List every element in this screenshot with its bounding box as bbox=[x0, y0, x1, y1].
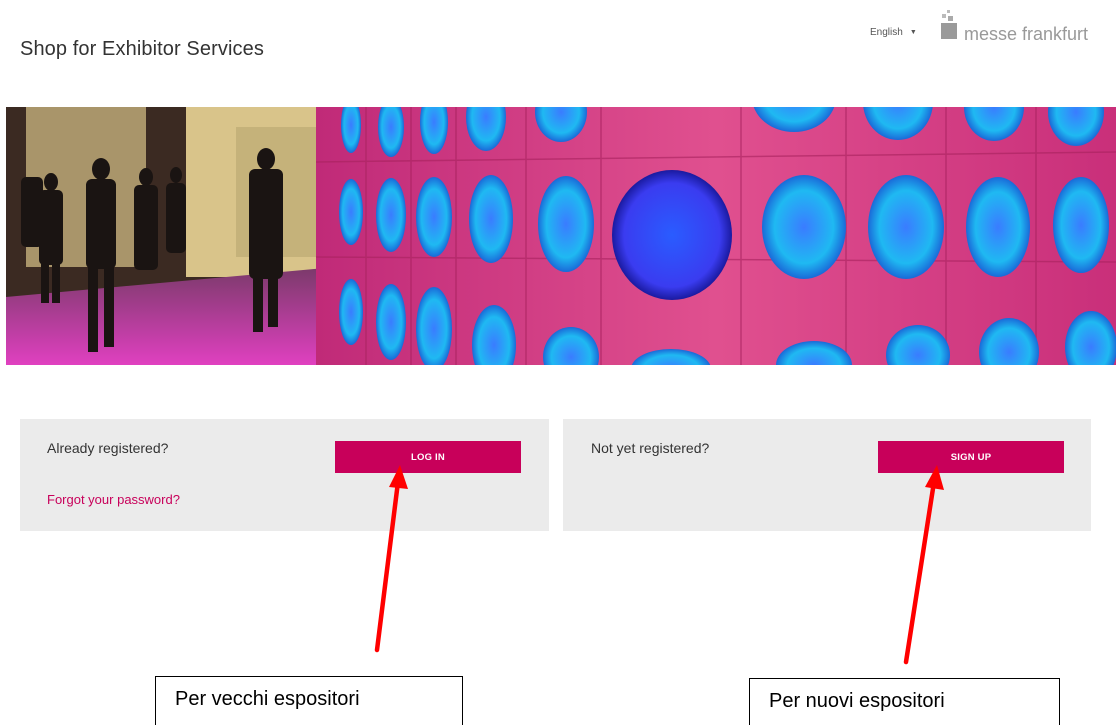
callout-old-exhibitors: Per vecchi espositori bbox=[155, 676, 463, 725]
hero-banner-image bbox=[6, 107, 1116, 365]
language-label: English bbox=[870, 27, 903, 38]
logo-mark-icon bbox=[941, 10, 957, 39]
site-title: Shop for Exhibitor Services bbox=[20, 38, 264, 60]
sign-up-button[interactable]: SIGN UP bbox=[878, 441, 1064, 473]
forgot-password-link[interactable]: Forgot your password? bbox=[47, 492, 180, 507]
log-in-button[interactable]: LOG IN bbox=[335, 441, 521, 473]
language-selector[interactable]: English ▼ bbox=[870, 27, 917, 38]
logo-text: messe frankfurt bbox=[964, 24, 1089, 44]
not-yet-registered-heading: Not yet registered? bbox=[591, 440, 710, 456]
callout-new-exhibitors: Per nuovi espositori bbox=[749, 678, 1060, 725]
page: Shop for Exhibitor Services English ▼ me… bbox=[0, 0, 1116, 725]
login-panel: Already registered? LOG IN Forgot your p… bbox=[20, 419, 549, 531]
already-registered-heading: Already registered? bbox=[47, 440, 169, 456]
signup-panel: Not yet registered? SIGN UP bbox=[563, 419, 1091, 531]
messe-frankfurt-logo[interactable]: messe frankfurt bbox=[936, 10, 1088, 44]
chevron-down-icon: ▼ bbox=[909, 29, 917, 36]
